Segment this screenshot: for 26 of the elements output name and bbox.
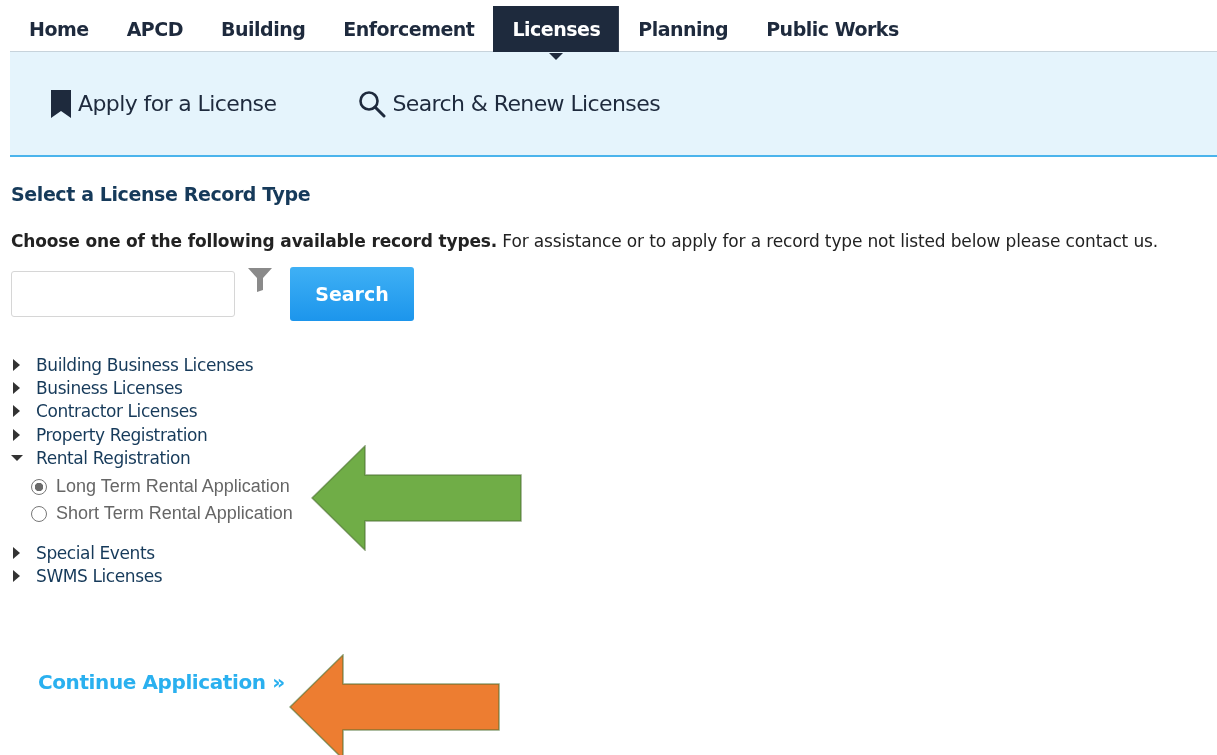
tree-item[interactable]: SWMS Licenses [11,564,1217,589]
tree-item[interactable]: Property Registration [11,422,1217,447]
nav-tab[interactable]: APCD [107,6,202,60]
subnav-link[interactable]: Search & Renew Licenses [358,89,660,118]
radio-option[interactable]: Long Term Rental Application [31,473,1217,501]
search-field[interactable] [11,271,235,317]
tree-item[interactable]: Special Events [11,541,1217,565]
radio-button[interactable] [31,479,47,495]
radio-option[interactable]: Short Term Rental Application [31,500,1217,528]
filter-icon [247,267,273,293]
tree-item[interactable]: Business Licenses [11,376,1217,400]
bookmark-icon [50,88,72,119]
subnav-link[interactable]: Apply for a License [50,88,277,119]
nav-tab[interactable]: Building [202,6,325,60]
section-title: Select a License Record Type [11,183,312,205]
radio-button[interactable] [31,506,47,522]
instructions-text: Choose one of the following available record types. For assistance or to apply for a record type not listed below please contact us. [11,231,1159,251]
search-icon [358,89,387,118]
nav-tab[interactable]: Planning [619,6,748,60]
nav-tab[interactable]: Home [10,6,108,60]
tree-item[interactable]: Contractor Licenses [11,399,1217,423]
nav-tab[interactable]: Public Works [747,6,918,60]
tree-item[interactable]: Rental Registration [11,446,1217,470]
nav-tab[interactable]: Enforcement [324,6,494,60]
nav-tab[interactable]: Licenses [493,6,620,60]
tree-item[interactable]: Building Business Licenses [11,353,1217,377]
